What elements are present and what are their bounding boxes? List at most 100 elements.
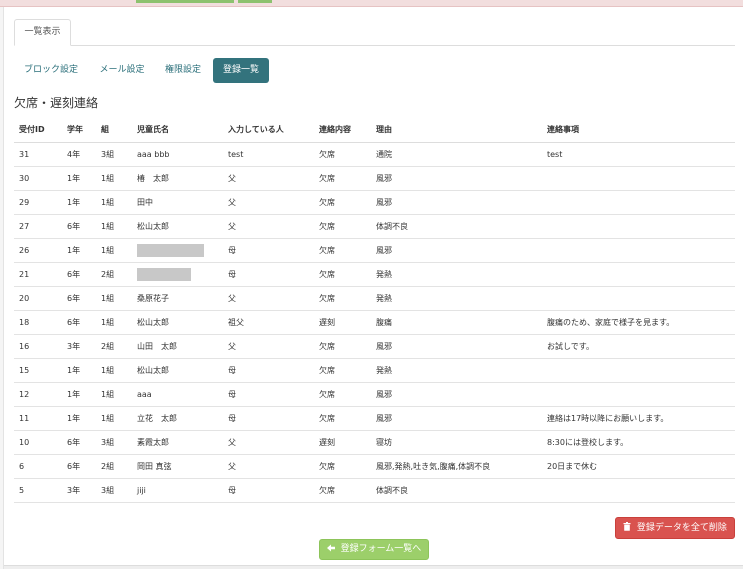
cell-contact-type: 欠席 — [314, 166, 371, 191]
cell-reason: 発熱 — [371, 358, 542, 383]
cell-note: お試しです。 — [542, 334, 735, 359]
cell-reporter: 母 — [223, 478, 314, 503]
cell-class: 2組 — [96, 454, 132, 479]
cell-id: 10 — [14, 430, 62, 455]
tab-permission-settings[interactable]: 権限設定 — [156, 58, 210, 83]
cell-id: 18 — [14, 310, 62, 335]
cell-note — [542, 238, 735, 263]
table-row[interactable]: 12 1年 1組 aaa 母欠席 風邪 — [14, 382, 735, 407]
cell-student-name: 素霞太郎 — [132, 430, 223, 455]
table-row[interactable]: 11 1年 1組 立花 太郎母欠席 風邪 連絡は17時以降にお願いします。 — [14, 406, 735, 431]
cell-grade: 6年 — [62, 262, 96, 287]
header-contact-type[interactable]: 連絡内容 — [314, 118, 371, 143]
table-row[interactable]: 29 1年 1組 田中父欠席 風邪 — [14, 190, 735, 215]
table-row[interactable]: 16 3年 2組 山田 太郎父欠席 風邪 お試しです。 — [14, 334, 735, 359]
cell-grade: 1年 — [62, 238, 96, 263]
table-row[interactable]: 26 1年 1組 母欠席 風邪 — [14, 238, 735, 263]
cell-contact-type: 欠席 — [314, 358, 371, 383]
cell-grade: 3年 — [62, 478, 96, 503]
top-alert-band — [0, 0, 743, 7]
cell-id: 26 — [14, 238, 62, 263]
tab-block-settings[interactable]: ブロック設定 — [14, 58, 88, 83]
cell-reporter: 父 — [223, 334, 314, 359]
cell-grade: 1年 — [62, 382, 96, 407]
cell-student-name: 松山太郎 — [132, 214, 223, 239]
cell-reporter: 父 — [223, 166, 314, 191]
cell-note — [542, 358, 735, 383]
cell-class: 3組 — [96, 430, 132, 455]
cell-reason: 風邪 — [371, 406, 542, 431]
cell-contact-type: 欠席 — [314, 262, 371, 287]
cell-id: 31 — [14, 142, 62, 167]
header-reason[interactable]: 理由 — [371, 118, 542, 143]
top-button-stub[interactable] — [136, 0, 234, 3]
cell-reason: 通院 — [371, 142, 542, 167]
table-row[interactable]: 10 6年 3組 素霞太郎父遅刻 寝坊 8:30には登校します。 — [14, 430, 735, 455]
cell-grade: 3年 — [62, 334, 96, 359]
cell-class: 1組 — [96, 214, 132, 239]
tab-mail-settings[interactable]: メール設定 — [92, 58, 152, 83]
table-row[interactable]: 15 1年 1組 松山太郎母欠席 発熱 — [14, 358, 735, 383]
cell-reason: 発熱 — [371, 262, 542, 287]
bottom-scrollbar-area — [4, 565, 743, 569]
cell-contact-type: 遅刻 — [314, 430, 371, 455]
cell-note — [542, 190, 735, 215]
cell-class: 2組 — [96, 334, 132, 359]
cell-class: 1組 — [96, 166, 132, 191]
page-title: 欠席・遅刻連絡 — [14, 96, 99, 110]
table-row[interactable]: 5 3年 3組 jiji 母欠席 体調不良 — [14, 478, 735, 503]
cell-grade: 1年 — [62, 406, 96, 431]
table-row[interactable]: 6 6年 2組 岡田 真弦父欠席 風邪,発熱,吐き気,腹痛,体調不良 20日まで休む — [14, 454, 735, 479]
cell-grade: 1年 — [62, 190, 96, 215]
header-student-name[interactable]: 児童氏名 — [132, 118, 223, 143]
cell-reporter: 父 — [223, 430, 314, 455]
redacted-name-block — [137, 243, 204, 257]
table-row[interactable]: 21 6年 2組 母欠席 発熱 — [14, 262, 735, 287]
cell-note — [542, 286, 735, 311]
cell-contact-type: 欠席 — [314, 142, 371, 167]
header-id[interactable]: 受付ID — [14, 118, 62, 143]
back-to-forms-button[interactable]: 登録フォーム一覧へ — [319, 539, 429, 560]
table-row[interactable]: 18 6年 1組 松山太郎 祖父 遅刻 腹痛 腹痛のため、家庭で様子を見ます。 — [14, 310, 735, 335]
redacted-name-block — [137, 267, 191, 281]
cell-reporter: 父 — [223, 454, 314, 479]
table-row[interactable]: 20 6年 1組 桑原花子父欠席 発熱 — [14, 286, 735, 311]
cell-reporter: 母 — [223, 406, 314, 431]
cell-id: 27 — [14, 214, 62, 239]
header-grade[interactable]: 学年 — [62, 118, 96, 143]
top-button-stub-2[interactable] — [238, 0, 272, 3]
cell-reporter: 祖父 — [223, 310, 314, 335]
tab-registration-list[interactable]: 登録一覧 — [213, 58, 269, 83]
cell-student-name: 田中 — [132, 190, 223, 215]
cell-grade: 6年 — [62, 454, 96, 479]
cell-contact-type: 欠席 — [314, 454, 371, 479]
table-row[interactable]: 30 1年 1組椿 太郎父欠席 風邪 — [14, 166, 735, 191]
header-class[interactable]: 組 — [96, 118, 132, 143]
cell-reason: 風邪 — [371, 334, 542, 359]
cell-id: 30 — [14, 166, 62, 191]
cell-id: 20 — [14, 286, 62, 311]
header-reporter[interactable]: 入力している人 — [223, 118, 314, 143]
cell-reason: 風邪 — [371, 190, 542, 215]
table-row[interactable]: 31 4年 3組 aaa bbb test 欠席 通院 test — [14, 142, 735, 167]
cell-class: 3組 — [96, 478, 132, 503]
cell-reason: 風邪 — [371, 238, 542, 263]
cell-id: 15 — [14, 358, 62, 383]
cell-contact-type: 欠席 — [314, 286, 371, 311]
table-row[interactable]: 27 6年 1組 松山太郎父欠席 体調不良 — [14, 214, 735, 239]
header-note[interactable]: 連絡事項 — [542, 118, 735, 143]
cell-contact-type: 欠席 — [314, 478, 371, 503]
cell-student-name — [132, 262, 223, 287]
cell-student-name: 松山太郎 — [132, 310, 223, 335]
delete-all-button[interactable]: 登録データを全て削除 — [615, 517, 735, 539]
cell-reporter: 母 — [223, 358, 314, 383]
cell-note: 連絡は17時以降にお願いします。 — [542, 406, 735, 431]
cell-id: 11 — [14, 406, 62, 431]
cell-student-name: 松山太郎 — [132, 358, 223, 383]
cell-reason: 発熱 — [371, 286, 542, 311]
cell-reason: 風邪 — [371, 382, 542, 407]
cell-note — [542, 262, 735, 287]
cell-student-name: aaa — [132, 382, 223, 407]
arrow-left-icon — [326, 544, 338, 554]
tab-list-view[interactable]: 一覧表示 — [14, 19, 71, 46]
